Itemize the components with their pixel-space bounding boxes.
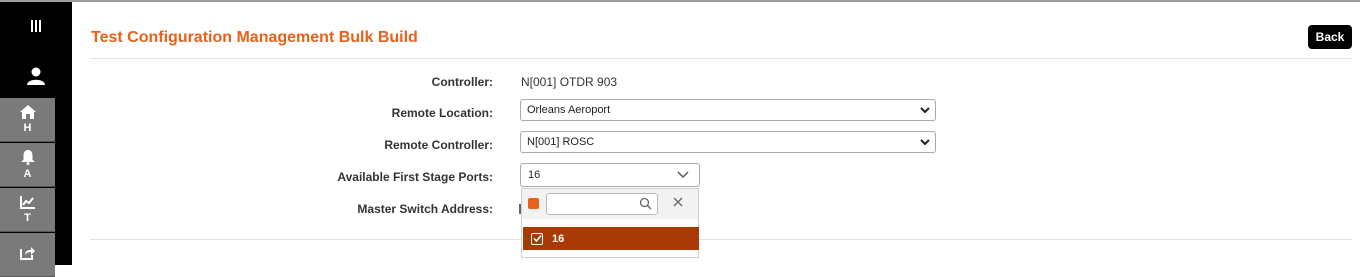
user-profile-button[interactable] [0,58,72,94]
dropdown-search-input[interactable] [546,193,658,215]
ports-selected-value: 16 [528,169,541,181]
sidebar-item-label: H [23,122,32,134]
sidebar-item-alarms[interactable]: A [0,143,55,187]
check-icon [532,235,542,243]
divider [90,58,1352,59]
page-title: Test Configuration Management Bulk Build [91,29,418,46]
option-checkbox[interactable] [531,232,543,245]
remote-location-value: Orleans Aeroport [527,104,611,116]
share-icon [20,247,35,260]
divider [90,239,1352,240]
controller-label: Controller: [431,75,493,89]
chevron-down-icon [920,107,930,114]
sidebar-item-label: A [23,167,32,180]
controller-value: N[001] OTDR 903 [521,75,618,89]
chevron-down-icon [677,171,689,178]
sidebar: H A T [0,2,72,277]
menu-toggle-button[interactable] [0,2,72,50]
chevron-down-icon [920,139,930,146]
ports-label: Available First Stage Ports: [337,170,493,184]
select-all-checkbox[interactable] [528,198,539,209]
home-icon [19,105,36,119]
dropdown-header [522,189,698,219]
top-border [0,0,1360,2]
chart-line-icon [20,195,35,209]
remote-controller-value: N[001] ROSC [527,136,595,148]
remote-location-label: Remote Location: [391,106,493,120]
bell-icon [20,149,35,165]
sidebar-item-label: T [24,211,31,224]
user-icon [27,67,45,85]
remote-location-select[interactable]: Orleans Aeroport [520,99,936,121]
ports-multiselect[interactable]: 16 [520,163,700,187]
menu-bars-icon [31,20,41,32]
ports-dropdown-panel: 16 [521,188,699,258]
remote-controller-select[interactable]: N[001] ROSC [520,131,936,153]
sidebar-item-export[interactable] [0,233,55,277]
remote-controller-label: Remote Controller: [384,138,493,152]
master-switch-label: Master Switch Address: [357,202,493,216]
search-icon [639,197,652,210]
sidebar-item-home[interactable]: H [0,98,55,142]
close-icon[interactable] [672,196,684,208]
option-label: 16 [552,232,565,245]
sidebar-item-trends[interactable]: T [0,188,55,232]
dropdown-option[interactable]: 16 [523,227,699,250]
back-button[interactable]: Back [1308,25,1352,49]
